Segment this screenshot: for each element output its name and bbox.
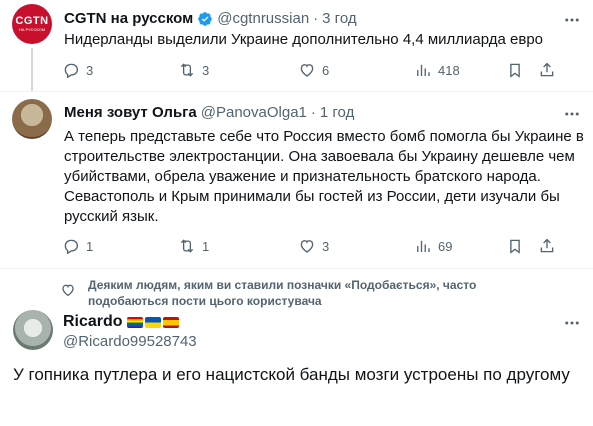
post-header: CGTN на русском @cgtnrussian · 3 год [64,10,357,27]
author-name[interactable]: Меня зовут Ольга [64,104,197,121]
spain-flag-icon [162,316,179,328]
heart-icon [300,240,314,253]
reply-text: У гопника путлера и его нацистской банды… [13,365,570,384]
bookmark-icon [510,63,520,78]
more-options-button[interactable] [560,104,584,124]
social-context-notice: Деяким людям, яким ви ставили позначки «… [88,278,477,308]
reply-count: 3 [86,62,94,78]
ukraine-flag-icon [144,316,161,328]
cgtn-logo-subtext: НА РУССКОМ [18,26,46,32]
reply-button[interactable]: 3 [62,61,93,79]
author-handle[interactable]: @PanovaOlga1 [201,104,307,121]
views-icon [417,64,430,76]
repost-count: 3 [202,62,210,78]
post-text: Нидерланды выделили Украине дополнительн… [64,31,544,48]
more-options-button[interactable] [560,313,584,333]
views-button[interactable]: 418 [414,61,460,79]
author-name[interactable]: Ricardo [63,313,123,331]
share-icon [540,62,554,77]
bookmark-button[interactable] [506,237,524,255]
post-time[interactable]: 1 год [320,104,354,121]
avatar-ricardo[interactable] [13,310,53,350]
share-button[interactable] [538,61,556,79]
repost-count: 1 [202,238,210,254]
bookmark-icon [510,239,520,254]
share-button[interactable] [538,237,556,255]
views-count: 69 [438,238,453,254]
more-icon [565,18,579,22]
reply-icon [64,239,79,255]
more-icon [565,321,579,325]
reply-button[interactable]: 1 [62,237,93,255]
heart-icon [300,64,314,77]
rainbow-flag-icon [126,316,143,328]
cgtn-logo-text: CGTN [15,14,49,27]
repost-icon [180,239,194,253]
post-header: Ricardo [63,313,179,331]
like-button[interactable]: 3 [298,237,329,255]
post-header: Меня зовут Ольга @PanovaOlga1 · 1 год [64,104,354,121]
reply-icon [64,63,79,79]
avatar-olga[interactable] [12,99,52,139]
views-count: 418 [438,62,460,78]
separator-dot: · [310,104,316,121]
like-button[interactable]: 6 [298,61,329,79]
thread-line [31,48,33,92]
author-handle[interactable]: @cgtnrussian [217,10,309,27]
divider [0,268,593,269]
author-handle[interactable]: @Ricardo99528743 [63,333,197,350]
repost-button[interactable]: 3 [178,61,209,79]
views-icon [417,240,430,252]
like-count: 3 [322,238,330,254]
more-options-button[interactable] [560,10,584,30]
post-subheader: @Ricardo99528743 [63,333,197,350]
bookmark-button[interactable] [506,61,524,79]
views-button[interactable]: 69 [414,237,452,255]
more-icon [565,112,579,116]
separator-dot: · [313,10,319,27]
author-name[interactable]: CGTN на русском [64,10,193,27]
reply-count: 1 [86,238,94,254]
verified-badge-icon [198,11,213,26]
like-count: 6 [322,62,330,78]
post-text: А теперь представьте себе что Россия вме… [64,128,584,225]
heart-icon [62,284,74,297]
post-time[interactable]: 3 год [322,10,356,27]
divider [0,91,593,92]
repost-button[interactable]: 1 [178,237,209,255]
flag-emojis [126,316,179,328]
avatar-cgtn[interactable]: CGTN НА РУССКОМ [12,4,52,44]
share-icon [540,238,554,253]
repost-icon [180,63,194,77]
